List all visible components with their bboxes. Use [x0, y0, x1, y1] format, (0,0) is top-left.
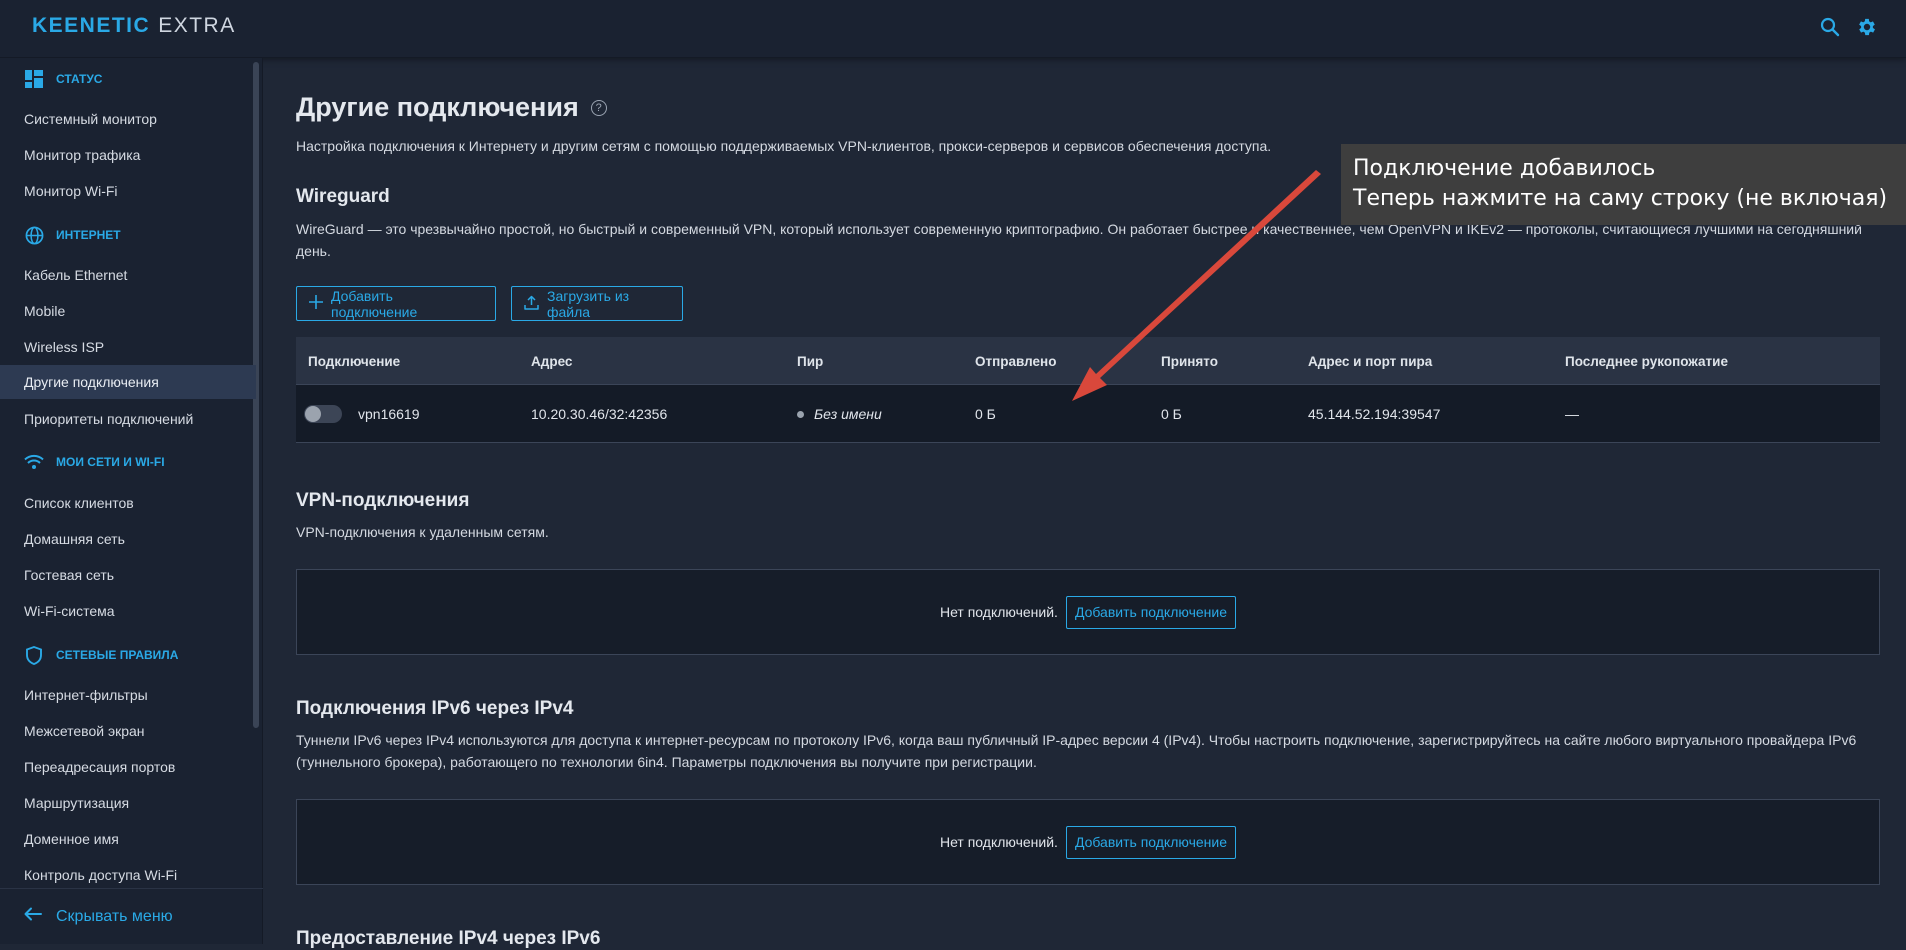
column-peer[interactable]: Пир	[797, 337, 823, 385]
column-peer-endpoint[interactable]: Адрес и порт пира	[1308, 337, 1432, 385]
brand-logo[interactable]: KEENETIC EXTRA	[32, 14, 236, 38]
page-subtitle: Настройка подключения к Интернету и друг…	[296, 138, 1272, 154]
sidebar-item-port-forwarding[interactable]: Переадресация портов	[0, 750, 256, 784]
plus-icon	[309, 295, 323, 312]
column-sent[interactable]: Отправлено	[975, 337, 1056, 385]
wireguard-add-label: Добавить подключение	[331, 287, 418, 320]
shield-icon	[24, 645, 44, 665]
cell-received: 0 Б	[1161, 406, 1182, 422]
vpn-empty-box: Нет подключений. Добавить подключение	[296, 569, 1880, 655]
connection-toggle[interactable]	[304, 405, 342, 423]
ipv6-add-button[interactable]: Добавить подключение	[1065, 825, 1236, 859]
sidebar-item-internet-filters[interactable]: Интернет-фильтры	[0, 678, 256, 712]
help-icon[interactable]: ?	[590, 99, 607, 116]
dashboard-icon	[24, 69, 44, 89]
wireguard-title: Wireguard	[296, 186, 390, 207]
ipv4-over-ipv6-title: Предоставление IPv4 через IPv6	[296, 928, 601, 949]
sidebar-item-other-connections[interactable]: Другие подключения	[0, 365, 256, 399]
sidebar-section-network-rules[interactable]: СЕТЕВЫЕ ПРАВИЛА	[24, 645, 178, 665]
column-received[interactable]: Принято	[1161, 337, 1218, 385]
globe-icon	[24, 225, 44, 245]
cell-peer-name: Без имени	[814, 406, 882, 422]
section-title: СЕТЕВЫЕ ПРАВИЛА	[56, 648, 179, 662]
wireguard-add-button[interactable]: Добавить подключение	[296, 286, 496, 321]
sidebar-item-connection-priorities[interactable]: Приоритеты подключений	[0, 402, 256, 436]
wireguard-table-header: Подключение Адрес Пир Отправлено Принято…	[296, 337, 1880, 385]
peer-status-dot	[797, 410, 804, 418]
sidebar-section-status[interactable]: СТАТУС	[24, 69, 102, 89]
sidebar-section-internet[interactable]: ИНТЕРНЕТ	[24, 225, 121, 245]
section-title: МОИ СЕТИ И WI-FI	[56, 455, 165, 469]
vpn-empty-text: Нет подключений.	[939, 604, 1058, 620]
sidebar-item-domain-name[interactable]: Доменное имя	[0, 822, 256, 856]
section-title: СТАТУС	[56, 72, 103, 86]
column-address[interactable]: Адрес	[531, 337, 572, 385]
sidebar-item-wifi-system[interactable]: Wi-Fi-система	[0, 594, 256, 628]
hint-line-1: Подключение добавилось	[1353, 156, 1656, 181]
sidebar-item-routing[interactable]: Маршрутизация	[0, 786, 256, 820]
toggle-knob	[305, 406, 321, 422]
cell-sent: 0 Б	[975, 406, 996, 422]
vpn-title: VPN-подключения	[296, 490, 470, 511]
page-title: Другие подключения ?	[296, 92, 607, 123]
sidebar-item-mobile[interactable]: Mobile	[0, 294, 256, 328]
column-last-handshake[interactable]: Последнее рукопожатие	[1565, 337, 1728, 385]
table-row[interactable]: vpn16619 10.20.30.46/32:42356 Без имени …	[296, 385, 1880, 443]
hint-line-2: Теперь нажмите на саму строку (не включа…	[1353, 186, 1888, 211]
cell-peer: Без имени	[797, 385, 882, 443]
wireguard-upload-label: Загрузить из файла	[547, 287, 630, 320]
collapse-menu-label: Скрывать меню	[56, 907, 173, 925]
search-icon[interactable]	[1818, 15, 1842, 39]
sidebar-item-wifi-access-control[interactable]: Контроль доступа Wi-Fi	[0, 858, 256, 892]
wifi-icon	[24, 452, 44, 472]
column-connection[interactable]: Подключение	[308, 337, 400, 385]
sidebar-item-traffic-monitor[interactable]: Монитор трафика	[0, 138, 256, 172]
sidebar-item-firewall[interactable]: Межсетевой экран	[0, 714, 256, 748]
section-title: ИНТЕРНЕТ	[56, 228, 121, 242]
cell-peer-endpoint: 45.144.52.194:39547	[1308, 406, 1441, 422]
cell-last-handshake: —	[1565, 406, 1579, 422]
page-title-text: Другие подключения	[296, 92, 579, 122]
top-bar: KEENETIC EXTRA	[0, 0, 1906, 58]
cell-connection-name: vpn16619	[358, 406, 420, 422]
ipv6-description: Туннели IPv6 через IPv4 используются для…	[296, 732, 1857, 770]
sidebar-item-wireless-isp[interactable]: Wireless ISP	[0, 330, 256, 364]
wireguard-upload-button[interactable]: Загрузить из файла	[511, 286, 683, 321]
sidebar-item-client-list[interactable]: Список клиентов	[0, 486, 256, 520]
cell-address: 10.20.30.46/32:42356	[531, 406, 668, 422]
sidebar-section-my-networks[interactable]: МОИ СЕТИ И WI-FI	[24, 452, 165, 472]
gear-icon[interactable]	[1855, 15, 1879, 39]
sidebar-item-wifi-monitor[interactable]: Монитор Wi-Fi	[0, 174, 256, 208]
collapse-menu-button[interactable]: Скрывать меню	[0, 888, 263, 944]
arrow-left-icon	[24, 907, 42, 926]
ipv6-empty-box: Нет подключений. Добавить подключение	[296, 799, 1880, 885]
brand-model: EXTRA	[158, 14, 236, 37]
vpn-add-button[interactable]: Добавить подключение	[1065, 595, 1236, 629]
sidebar-item-ethernet[interactable]: Кабель Ethernet	[0, 258, 256, 292]
brand-name: KEENETIC	[32, 14, 151, 37]
vpn-description: VPN-подключения к удаленным сетям.	[296, 524, 549, 540]
sidebar-item-home-network[interactable]: Домашняя сеть	[0, 522, 256, 556]
ipv6-title: Подключения IPv6 через IPv4	[296, 698, 574, 719]
upload-icon	[524, 295, 539, 313]
sidebar: СТАТУС Системный монитор Монитор трафика…	[0, 58, 263, 944]
ipv6-empty-text: Нет подключений.	[939, 834, 1058, 850]
tutorial-hint: Подключение добавилось Теперь нажмите на…	[1341, 144, 1906, 225]
sidebar-item-system-monitor[interactable]: Системный монитор	[0, 102, 256, 136]
sidebar-item-guest-network[interactable]: Гостевая сеть	[0, 558, 256, 592]
